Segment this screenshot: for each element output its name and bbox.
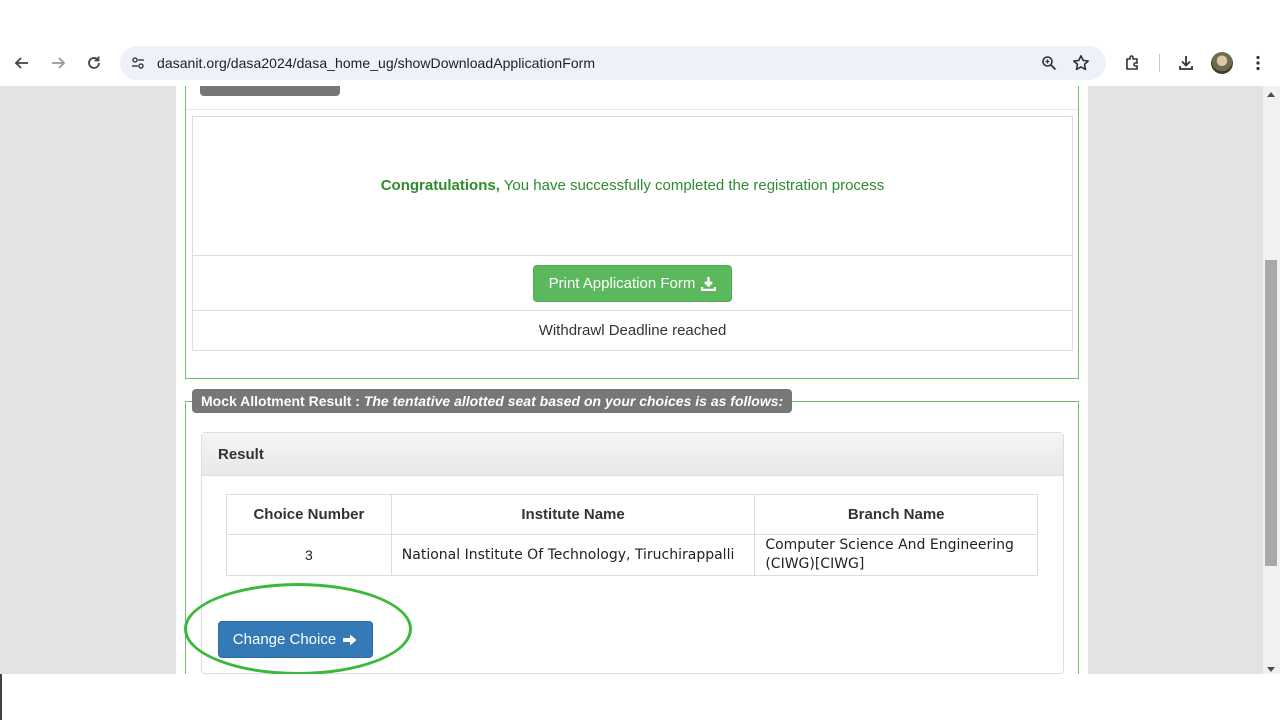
- print-application-form-button[interactable]: Print Application Form: [533, 265, 732, 302]
- zoom-icon[interactable]: [1039, 53, 1059, 73]
- registration-status-panel: Congratulations, You have successfully c…: [192, 116, 1073, 351]
- back-arrow-icon[interactable]: [10, 51, 34, 75]
- print-button-label: Print Application Form: [548, 275, 696, 292]
- scrollbar-thumb[interactable]: [1265, 260, 1277, 566]
- result-panel-header: Result: [202, 433, 1063, 476]
- cell-institute-name: National Institute Of Technology, Tiruch…: [390, 534, 756, 576]
- legend-title: Mock Allotment Result :: [201, 393, 360, 409]
- site-settings-icon[interactable]: [128, 53, 148, 73]
- table-header-row: Choice Number Institute Name Branch Name: [226, 494, 1038, 535]
- application-form-fieldset: Congratulations, You have successfully c…: [185, 86, 1079, 379]
- toolbar-separator: [1159, 54, 1160, 72]
- forward-arrow-icon[interactable]: [46, 51, 70, 75]
- header-branch-name: Branch Name: [754, 494, 1038, 535]
- application-form-legend: [200, 86, 340, 96]
- header-choice-number: Choice Number: [226, 494, 392, 535]
- congrats-bold: Congratulations,: [380, 177, 500, 194]
- download-icon: [701, 277, 717, 291]
- reload-icon[interactable]: [82, 51, 106, 75]
- page-content: Congratulations, You have successfully c…: [176, 86, 1088, 674]
- page-viewport: Congratulations, You have successfully c…: [0, 86, 1280, 674]
- url-text[interactable]: dasanit.org/dasa2024/dasa_home_ug/showDo…: [157, 55, 595, 71]
- table-row: 3 National Institute Of Technology, Tiru…: [226, 534, 1038, 576]
- header-institute-name: Institute Name: [390, 494, 756, 535]
- menu-dots-icon[interactable]: [1246, 51, 1270, 75]
- browser-toolbar: dasanit.org/dasa2024/dasa_home_ug/showDo…: [0, 40, 1280, 86]
- result-title: Result: [218, 446, 264, 463]
- extensions-icon[interactable]: [1121, 51, 1145, 75]
- bookmark-star-icon[interactable]: [1071, 53, 1091, 73]
- withdraw-status-text: Withdrawl Deadline reached: [538, 322, 727, 339]
- scroll-up-arrow-icon[interactable]: [1267, 92, 1275, 97]
- legend-subtitle: The tentative allotted seat based on you…: [363, 393, 784, 409]
- window-edge: [0, 674, 2, 720]
- address-bar[interactable]: dasanit.org/dasa2024/dasa_home_ug/showDo…: [120, 46, 1106, 80]
- cell-choice-number: 3: [226, 534, 392, 576]
- profile-avatar[interactable]: [1211, 52, 1233, 74]
- mock-allotment-legend: Mock Allotment Result : The tentative al…: [192, 389, 793, 413]
- congratulations-message: Congratulations, You have successfully c…: [193, 177, 1072, 194]
- scroll-down-arrow-icon[interactable]: [1267, 667, 1275, 672]
- highlight-ellipse: [184, 583, 412, 674]
- cell-branch-name: Computer Science And Engineering (CIWG)[…: [754, 534, 1038, 576]
- allotment-table: Choice Number Institute Name Branch Name…: [226, 494, 1038, 576]
- divider: [193, 310, 1072, 311]
- download-icon[interactable]: [1174, 51, 1198, 75]
- congrats-text: You have successfully completed the regi…: [499, 177, 885, 194]
- divider: [193, 255, 1072, 256]
- vertical-scrollbar[interactable]: [1263, 86, 1280, 674]
- divider: [186, 109, 1078, 110]
